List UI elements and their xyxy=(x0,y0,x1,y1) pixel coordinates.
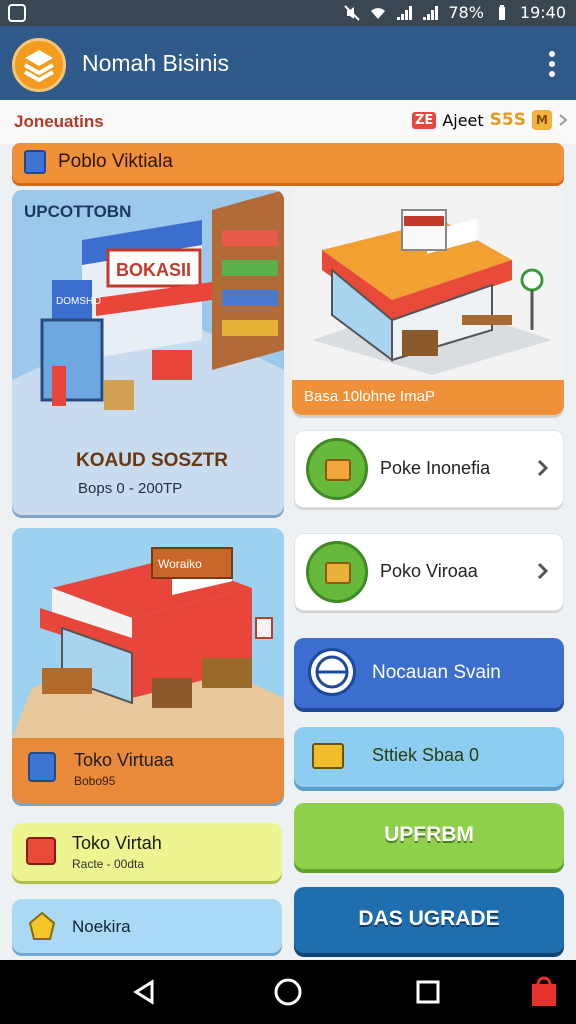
tag-badge: ZE xyxy=(412,111,437,129)
sky-action-button[interactable]: Sttiek Sbaa 0 xyxy=(294,727,564,787)
book-icon xyxy=(24,150,46,174)
shop-price: Bops 0 - 200TP xyxy=(78,480,183,497)
list-item-label: Poko Viroaa xyxy=(380,561,478,581)
list-item-label: Poke Inonefia xyxy=(380,458,491,478)
card-title: Noekira xyxy=(72,917,131,936)
lock-icon xyxy=(312,743,344,769)
coin-count: S5S xyxy=(489,110,526,130)
back-icon[interactable] xyxy=(128,976,160,1008)
box-icon xyxy=(306,541,368,603)
status-icons: 78% 19:40 xyxy=(344,3,566,22)
page-title: Nomah Bisinis xyxy=(82,50,229,76)
tag-icon xyxy=(28,911,56,940)
signal-icon xyxy=(397,5,413,20)
tag-text: Ajeet xyxy=(442,110,484,130)
home-icon[interactable] xyxy=(272,976,304,1008)
banner-label: Poblo Viktiala xyxy=(58,151,173,172)
layers-icon xyxy=(24,50,54,83)
cube-icon xyxy=(28,752,56,782)
globe-icon xyxy=(308,648,356,696)
extra-shop-card[interactable]: Noekira xyxy=(12,899,282,953)
recents-icon[interactable] xyxy=(412,976,444,1008)
shop-title: KOAUD SOSZTR xyxy=(76,450,228,471)
sub-header: Joneuatins ZE Ajeet S5S M xyxy=(0,100,576,144)
market-sign: Woraiko xyxy=(158,557,202,571)
chevron-right-icon xyxy=(537,459,549,477)
currency-display: ZE Ajeet S5S M xyxy=(412,110,568,130)
card-footer-label: Basa 10lohne ImaP xyxy=(304,388,435,405)
convenience-shop-card[interactable]: Basa 10lohne ImaP xyxy=(292,190,564,415)
button-label: DAS UGRADE xyxy=(358,907,500,930)
market-illustration: Woraiko xyxy=(12,528,284,738)
chevron-right-icon xyxy=(537,562,549,580)
featured-shop-card[interactable]: UPCOTTOBN BOKASII DOMSHO KOAUD SOSZTR Bo… xyxy=(12,190,284,515)
battery-icon xyxy=(498,4,505,20)
upgrade-green-button[interactable]: UPFRBM xyxy=(294,803,564,869)
mute-icon xyxy=(344,4,361,21)
store-illustration xyxy=(292,190,564,380)
more-options-icon[interactable] xyxy=(544,50,560,78)
chevron-right-icon[interactable] xyxy=(558,113,568,127)
card-subtitle: Racte - 00dta xyxy=(72,857,145,871)
list-item-shop-2[interactable]: Poko Viroaa xyxy=(294,533,564,611)
shop-sign-side: DOMSHO xyxy=(56,296,101,307)
store-icon[interactable] xyxy=(528,976,560,1008)
category-banner[interactable]: Poblo Viktiala xyxy=(12,143,564,183)
button-label: Sttiek Sbaa 0 xyxy=(372,745,480,765)
app-bar: Nomah Bisinis xyxy=(0,26,576,100)
clock: 19:40 xyxy=(519,3,566,22)
status-bar: 78% 19:40 xyxy=(0,0,576,26)
app-logo-icon[interactable] xyxy=(12,38,66,92)
gift-shop-card[interactable]: Toko Virtah Racte - 00dta xyxy=(12,823,282,881)
card-title: Toko Virtah xyxy=(72,833,162,853)
card-footer: Basa 10lohne ImaP xyxy=(292,380,564,415)
button-label: Nocauan Svain xyxy=(372,662,501,683)
card-title: Toko Virtuaa xyxy=(74,750,174,770)
signal-icon-2 xyxy=(423,5,439,20)
notification-icon xyxy=(8,4,26,22)
gift-icon xyxy=(26,837,56,865)
upgrade-navy-button[interactable]: DAS UGRADE xyxy=(294,887,564,953)
coin-icon: M xyxy=(532,110,552,130)
package-icon xyxy=(306,438,368,500)
battery-percent: 78% xyxy=(448,3,484,22)
wifi-icon xyxy=(371,7,386,19)
button-label: UPFRBM xyxy=(384,823,474,846)
section-title: Joneuatins xyxy=(14,112,104,131)
virtual-shop-card[interactable]: Woraiko Toko Virtuaa Bobo95 xyxy=(12,528,284,803)
card-subtitle: Bobo95 xyxy=(74,774,116,788)
list-item-shop-1[interactable]: Poke Inonefia xyxy=(294,430,564,508)
system-nav-bar xyxy=(0,960,576,1024)
blue-action-button[interactable]: Nocauan Svain xyxy=(294,638,564,708)
shop-sign-main: BOKASII xyxy=(116,260,191,280)
